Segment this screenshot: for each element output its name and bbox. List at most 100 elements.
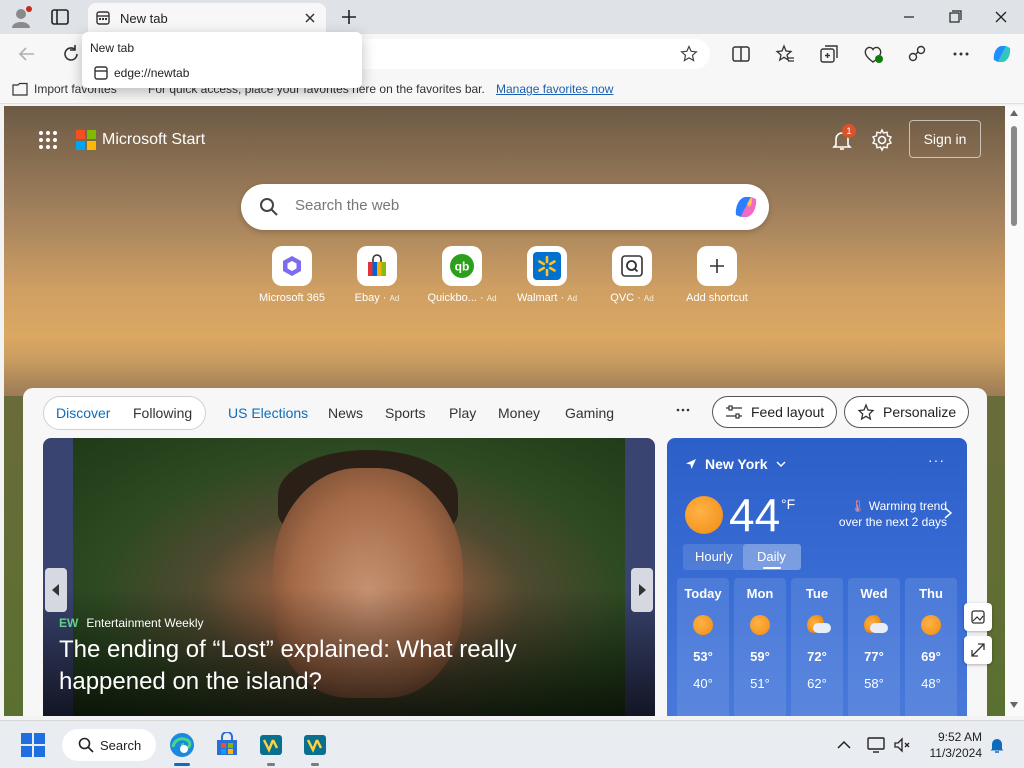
weather-trend[interactable]: 🌡 Warming trend over the next 2 days [827,498,947,530]
refresh-icon[interactable] [60,43,82,65]
clock-time: 9:52 AM [937,730,982,744]
new-tab-page-icon [94,66,108,80]
favorite-star-icon[interactable] [680,45,698,63]
favorites-icon[interactable] [774,43,796,65]
feed-layout-label: Feed layout [751,404,825,420]
tab-following[interactable]: Following [133,405,192,421]
search-icon [78,737,94,753]
tab-gaming[interactable]: Gaming [565,405,614,421]
copilot-icon[interactable] [990,42,1014,66]
close-tab-icon[interactable] [302,10,318,26]
tab-money[interactable]: Money [498,405,540,421]
tab-daily[interactable]: Daily [757,549,786,564]
article-headline[interactable]: The ending of “Lost” explained: What rea… [59,634,619,698]
chevron-left-icon [52,584,59,596]
sign-in-button[interactable]: Sign in [909,120,981,158]
carousel-next-button[interactable] [631,568,653,612]
windows-start-icon[interactable] [20,732,46,758]
new-tab-button[interactable] [338,6,360,28]
forecast-day[interactable]: Today 53° 40° [677,578,729,716]
qvc-icon [621,255,643,277]
back-icon[interactable] [16,43,38,65]
shortcut-tile [612,246,652,286]
more-categories-icon[interactable] [673,402,693,418]
shortcut-add[interactable]: Add shortcut [675,246,759,304]
weather-card[interactable]: New York ··· 44 °F 🌡 Warming trend over … [667,438,967,716]
network-icon[interactable] [866,735,886,755]
shortcut-quickbooks[interactable]: qb Quickbo... · Ad [420,246,504,304]
manage-favorites-link[interactable]: Manage favorites now [496,82,613,96]
shortcut-microsoft-365[interactable]: Microsoft 365 [250,246,334,304]
shortcuts-row: Microsoft 365 Ebay · Ad qb Quickbo... · … [250,246,770,310]
copilot-icon[interactable] [731,192,761,222]
page-scrollbar[interactable] [1005,106,1024,716]
microsoft-store-icon[interactable] [214,732,240,758]
article-source: EW Entertainment Weekly [59,616,204,630]
hero-article-card[interactable]: EW Entertainment Weekly The ending of “L… [43,438,655,716]
tab-us-elections[interactable]: US Elections [228,405,308,421]
forecast-day[interactable]: Thu 69° 48° [905,578,957,716]
weather-location[interactable]: New York [685,456,786,472]
volume-muted-icon[interactable] [892,735,912,755]
personalize-label: Personalize [883,404,957,420]
app-shortcut-icon[interactable] [258,732,284,758]
temperature-unit[interactable]: °F [781,496,795,512]
chevron-down-icon [776,461,786,467]
weather-more-options[interactable]: ··· [928,452,945,468]
fullscreen-feed-button[interactable] [964,636,992,664]
browser-essentials-icon[interactable] [862,43,884,65]
new-tab-page-icon [96,11,110,25]
split-screen-icon[interactable] [730,43,752,65]
microsoft-start-logo[interactable]: Microsoft Start [76,130,205,150]
profile-icon[interactable] [10,6,32,28]
restore-button[interactable] [944,8,966,26]
search-input[interactable] [295,197,715,214]
forecast-day[interactable]: Wed 77° 58° [848,578,900,716]
close-window-button[interactable] [990,8,1012,26]
tab-hourly[interactable]: Hourly [695,549,733,564]
sunny-icon [750,615,770,635]
carousel-prev-button[interactable] [45,568,67,612]
app-shortcut-icon[interactable] [302,732,328,758]
shortcut-ebay[interactable]: Ebay · Ad [335,246,419,304]
scroll-up-arrow[interactable] [1010,110,1018,116]
personalize-button[interactable]: Personalize [844,396,970,428]
shortcut-qvc[interactable]: QVC · Ad [590,246,674,304]
taskbar-search-button[interactable]: Search [62,729,156,761]
tab-sports[interactable]: Sports [385,405,425,421]
tab-play[interactable]: Play [449,405,476,421]
chevron-up-icon[interactable] [834,735,854,755]
clock-date: 11/3/2024 [929,746,983,760]
collections-icon[interactable] [818,43,840,65]
active-app-indicator [174,763,190,766]
plus-icon [710,259,724,273]
tab-discover[interactable]: Discover [56,405,110,421]
edge-browser-icon[interactable] [169,732,195,758]
web-search-box[interactable] [241,184,769,230]
partly-cloudy-icon [807,615,831,635]
forecast-day[interactable]: Mon 59° 51° [734,578,786,716]
chevron-right-icon [639,584,646,596]
chevron-right-icon[interactable] [943,506,953,520]
background-image-info-button[interactable] [964,603,992,631]
extensions-icon[interactable] [906,43,928,65]
scroll-thumb[interactable] [1011,126,1017,226]
tab-news[interactable]: News [328,405,363,421]
taskbar-clock[interactable]: 9:52 AM 11/3/2024 [920,729,983,761]
shortcut-label: Microsoft 365 [258,292,326,304]
settings-gear-icon[interactable] [870,128,894,152]
tab-new-tab[interactable]: New tab [88,3,326,34]
minimize-button[interactable] [898,8,920,26]
image-icon [971,610,985,624]
shortcut-tile [697,246,737,286]
more-options-icon[interactable] [950,43,972,65]
tab-actions-icon[interactable] [50,7,70,27]
forecast-day[interactable]: Tue 72° 62° [791,578,843,716]
notification-bell-icon[interactable] [988,736,1006,754]
shortcut-walmart[interactable]: Walmart · Ad [505,246,589,304]
microsoft-365-icon [283,256,301,276]
feed-layout-button[interactable]: Feed layout [712,396,838,428]
shortcut-tile: qb [442,246,482,286]
app-launcher-icon[interactable] [38,130,58,150]
scroll-down-arrow[interactable] [1010,702,1018,708]
